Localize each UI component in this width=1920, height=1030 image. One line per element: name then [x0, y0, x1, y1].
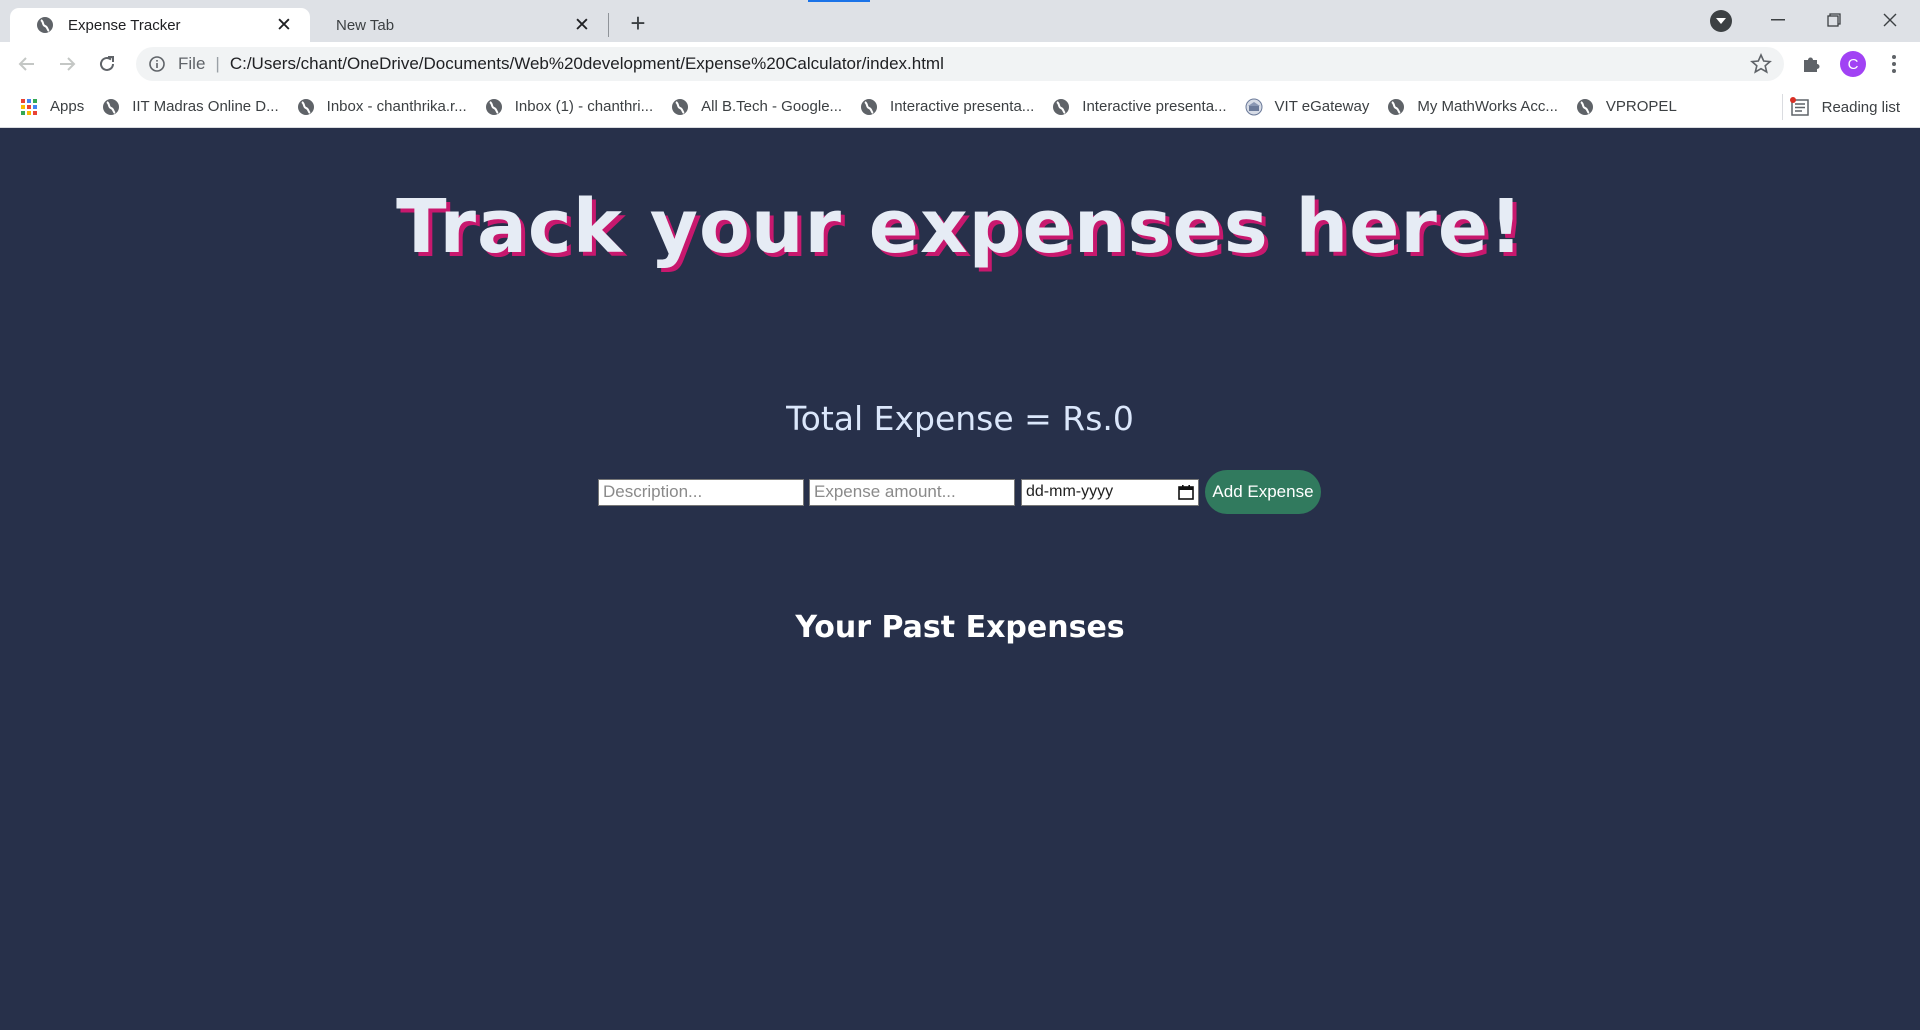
total-expense-value: 0	[1112, 399, 1134, 438]
bookmark-label: Inbox - chanthrika.r...	[326, 98, 467, 115]
url-text[interactable]: C:/Users/chant/OneDrive/Documents/Web%20…	[230, 54, 1750, 74]
apps-grid-icon	[20, 98, 38, 116]
close-window-icon[interactable]	[1862, 0, 1918, 40]
bookmark-item[interactable]: VIT eGateway	[1245, 98, 1370, 116]
bookmark-apps[interactable]: Apps	[20, 98, 84, 116]
globe-icon	[1387, 98, 1405, 116]
calendar-icon[interactable]	[1178, 484, 1194, 500]
bookmark-label: Apps	[50, 98, 85, 115]
browser-toolbar: File | C:/Users/chant/OneDrive/Documents…	[0, 42, 1920, 86]
globe-icon	[1576, 98, 1594, 116]
tab-title: Expense Tracker	[68, 16, 181, 34]
bookmark-label: Interactive presenta...	[890, 98, 1035, 115]
globe-icon	[1052, 98, 1070, 116]
vit-logo-icon	[1245, 98, 1263, 116]
url-divider: |	[215, 54, 220, 73]
bookmark-label: Inbox (1) - chanthri...	[514, 98, 654, 115]
profile-avatar[interactable]: C	[1840, 51, 1866, 77]
globe-icon	[671, 98, 689, 116]
bookmark-item[interactable]: Inbox - chanthrika.r...	[297, 98, 467, 116]
bookmark-item[interactable]: Interactive presenta...	[1052, 98, 1227, 116]
bookmark-label: All B.Tech - Google...	[701, 98, 843, 115]
tab-search-icon[interactable]	[1710, 10, 1732, 32]
url-scheme: File	[178, 54, 206, 73]
bookmark-item[interactable]: Interactive presenta...	[860, 98, 1034, 116]
globe-icon	[860, 98, 878, 116]
date-input[interactable]: dd-mm-yyyy	[1021, 478, 1199, 506]
tab-title: New Tab	[336, 16, 395, 34]
reading-list-icon	[1789, 97, 1810, 117]
bookmark-label: Interactive presenta...	[1082, 98, 1227, 115]
bookmark-item[interactable]: IIT Madras Online D...	[102, 98, 279, 116]
reload-icon[interactable]	[92, 49, 122, 79]
site-info-icon[interactable]	[148, 55, 166, 73]
description-input[interactable]	[598, 478, 804, 506]
total-expense-label: Total Expense = Rs.	[786, 399, 1113, 438]
new-tab-button[interactable]: +	[624, 8, 652, 38]
globe-icon	[485, 98, 503, 116]
back-icon[interactable]	[12, 49, 42, 79]
bookmark-label: VPROPEL	[1605, 98, 1677, 115]
bookmark-label: IIT Madras Online D...	[132, 98, 279, 115]
bookmark-item[interactable]: VPROPEL	[1576, 98, 1677, 116]
page-body: Track your expenses here! Total Expense …	[0, 129, 1920, 1030]
minimize-icon[interactable]	[1750, 0, 1806, 40]
globe-icon	[36, 16, 54, 34]
reading-list-label: Reading list	[1821, 98, 1900, 116]
bookmark-item[interactable]: All B.Tech - Google...	[671, 98, 842, 116]
more-menu-icon[interactable]	[1884, 51, 1904, 77]
bookmark-label: VIT eGateway	[1274, 98, 1370, 115]
close-tab-icon[interactable]: ✕	[572, 15, 592, 36]
tab-strip: Expense Tracker ✕ New Tab ✕ +	[0, 0, 1920, 42]
tab-divider	[608, 13, 609, 37]
total-expense: Total Expense = Rs.0	[0, 399, 1920, 438]
tab-expense-tracker[interactable]: Expense Tracker ✕	[10, 8, 310, 42]
expense-form: dd-mm-yyyy Add Expense	[598, 470, 1321, 514]
amount-input[interactable]	[809, 478, 1015, 506]
bookmark-item[interactable]: My MathWorks Acc...	[1387, 98, 1558, 116]
add-expense-button[interactable]: Add Expense	[1205, 470, 1321, 514]
globe-icon	[297, 98, 315, 116]
loading-indicator	[808, 0, 870, 2]
bookmarks-bar: Apps IIT Madras Online D... Inbox - chan…	[0, 86, 1920, 128]
extensions-puzzle-icon[interactable]	[1800, 53, 1822, 75]
tab-new-tab[interactable]: New Tab ✕	[310, 8, 608, 42]
forward-icon[interactable]	[52, 49, 82, 79]
address-bar[interactable]: File | C:/Users/chant/OneDrive/Documents…	[136, 47, 1784, 81]
date-placeholder: dd-mm-yyyy	[1026, 483, 1114, 500]
restore-icon[interactable]	[1806, 0, 1862, 40]
reading-list-button[interactable]: Reading list	[1789, 86, 1900, 128]
page-title: Track your expenses here!	[396, 184, 1524, 270]
close-tab-icon[interactable]: ✕	[274, 15, 294, 36]
bookmark-label: My MathWorks Acc...	[1417, 98, 1558, 115]
globe-icon	[102, 98, 120, 116]
bookmark-star-icon[interactable]	[1750, 53, 1772, 75]
bookmarks-divider	[1782, 94, 1783, 120]
bookmark-item[interactable]: Inbox (1) - chanthri...	[485, 98, 653, 116]
past-expenses-heading: Your Past Expenses	[795, 610, 1125, 645]
